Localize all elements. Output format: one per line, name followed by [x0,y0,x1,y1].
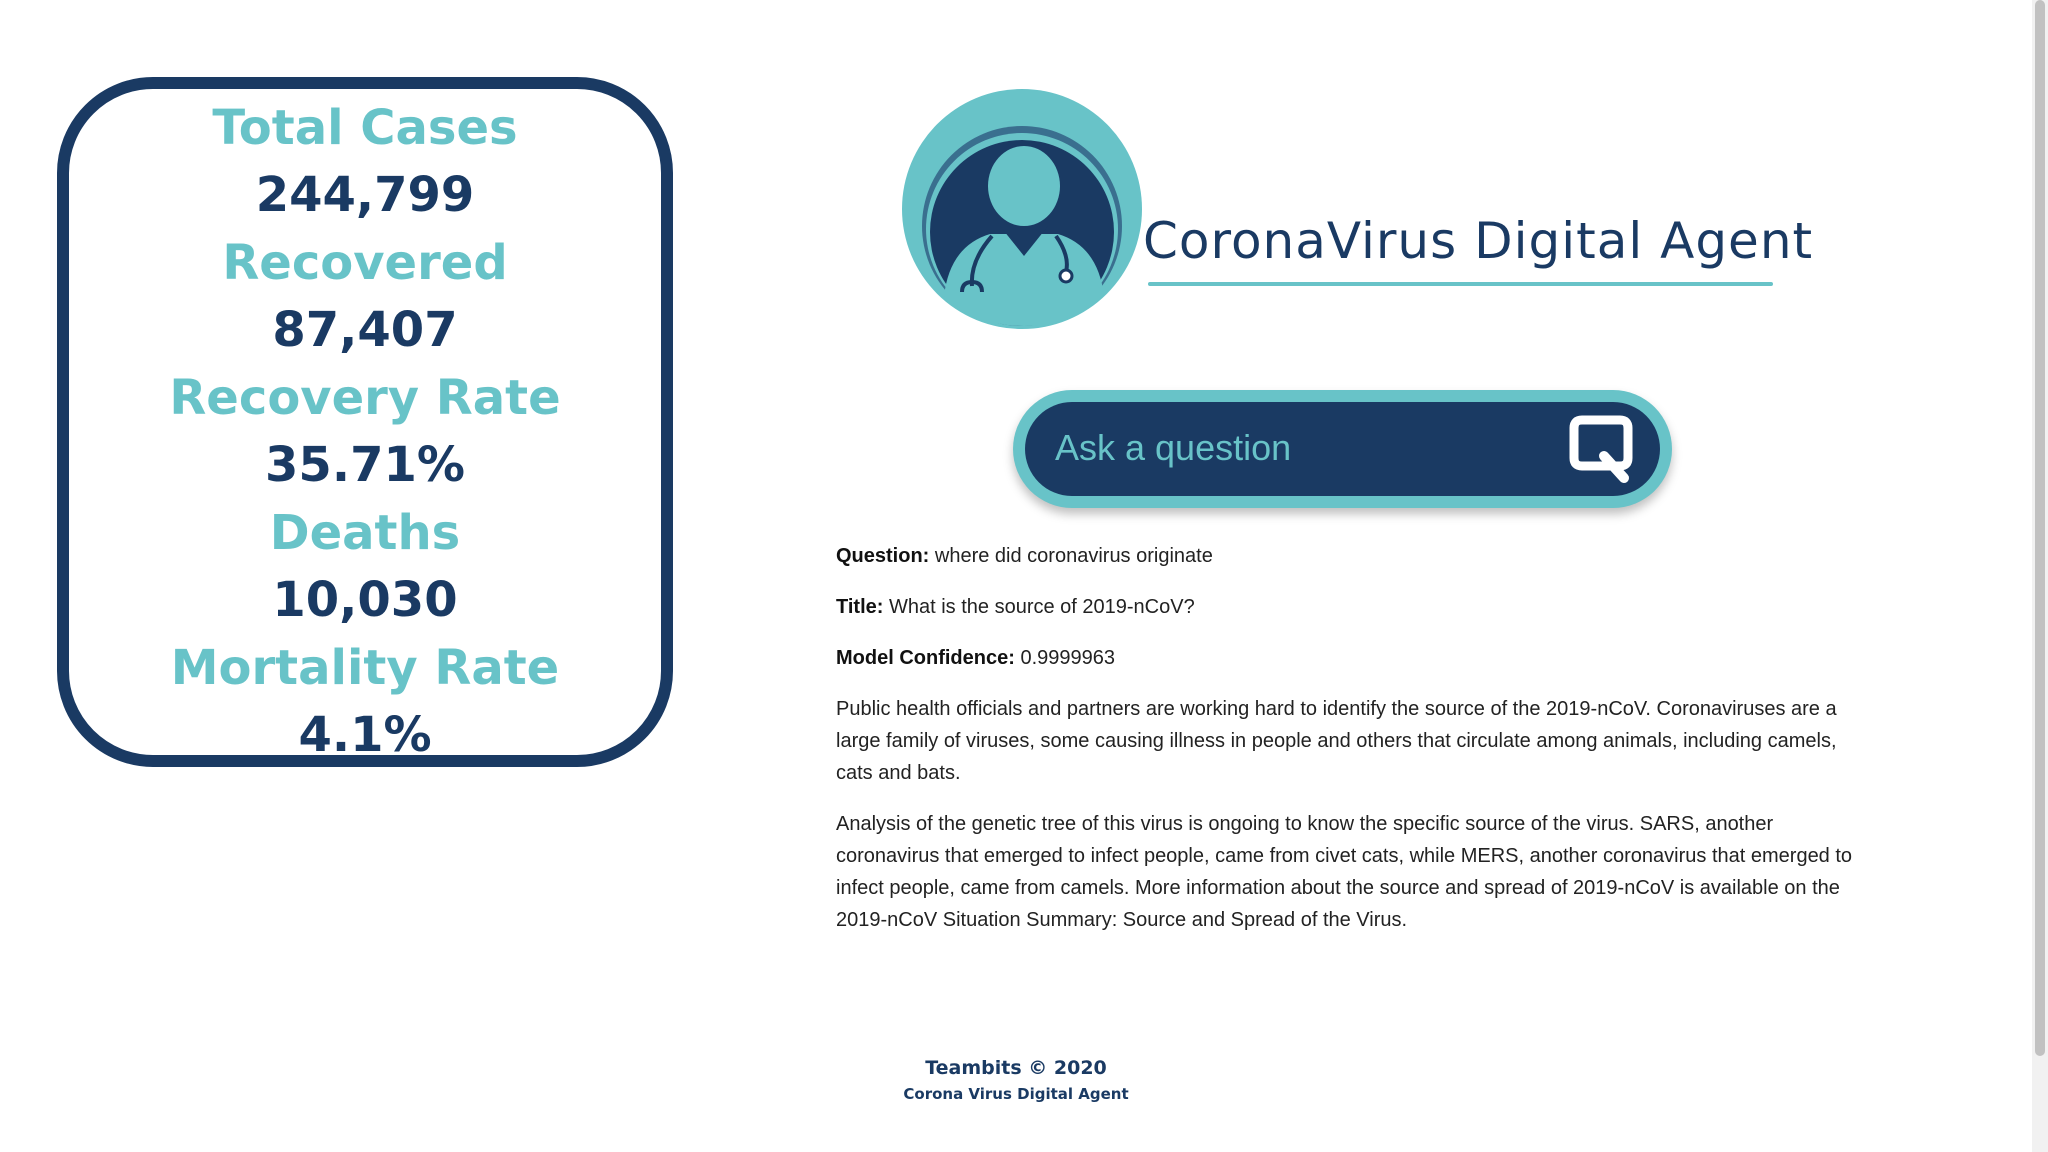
footer-copyright: Teambits © 2020 [925,1057,1107,1079]
footer-app-name: Corona Virus Digital Agent [903,1085,1129,1103]
title-row: Title: What is the source of 2019-nCoV? [836,591,1856,623]
doctor-avatar-icon [902,89,1142,329]
brand-title: CoronaVirus Digital Agent [1143,212,1814,270]
scrollbar-thumb[interactable] [2035,0,2045,1056]
stat-value-recovery-rate: 35.71% [265,437,465,493]
search-bar [1013,390,1672,508]
stat-value-total-cases: 244,799 [255,167,475,223]
stat-value-deaths: 10,030 [272,572,458,628]
search-bar-inner [1025,402,1660,496]
stat-label-deaths: Deaths [269,505,461,561]
answer-paragraph-1: Public health officials and partners are… [836,698,1837,784]
search-input[interactable] [1055,416,1575,480]
footer: Teambits © 2020 Corona Virus Digital Age… [816,1054,1216,1106]
title-label: Title: [836,596,884,618]
stat-label-recovered: Recovered [222,235,508,291]
stat-label-recovery-rate: Recovery Rate [169,370,561,426]
stat-label-mortality-rate: Mortality Rate [170,640,560,696]
search-q-icon[interactable] [1568,412,1634,486]
answer-paragraph-2: Analysis of the genetic tree of this vir… [836,813,1853,931]
stat-value-mortality-rate: 4.1% [298,707,432,763]
question-label: Question: [836,545,930,567]
question-row: Question: where did coronavirus originat… [836,540,1856,572]
stat-label-total-cases: Total Cases [212,100,518,156]
scrollbar[interactable] [2032,0,2048,1152]
confidence-value: 0.9999963 [1020,647,1115,669]
stat-value-recovered: 87,407 [272,302,458,358]
confidence-row: Model Confidence: 0.9999963 [836,642,1856,674]
stats-panel: Total Cases 244,799 Recovered 87,407 Rec… [57,77,673,767]
title-text: What is the source of 2019-nCoV? [888,596,1195,618]
question-text: where did coronavirus originate [934,545,1213,567]
answer-panel: Question: where did coronavirus originat… [836,540,1856,955]
brand-underline [1148,282,1773,286]
confidence-label: Model Confidence: [836,647,1015,669]
page: Total Cases 244,799 Recovered 87,407 Rec… [0,0,2048,1152]
